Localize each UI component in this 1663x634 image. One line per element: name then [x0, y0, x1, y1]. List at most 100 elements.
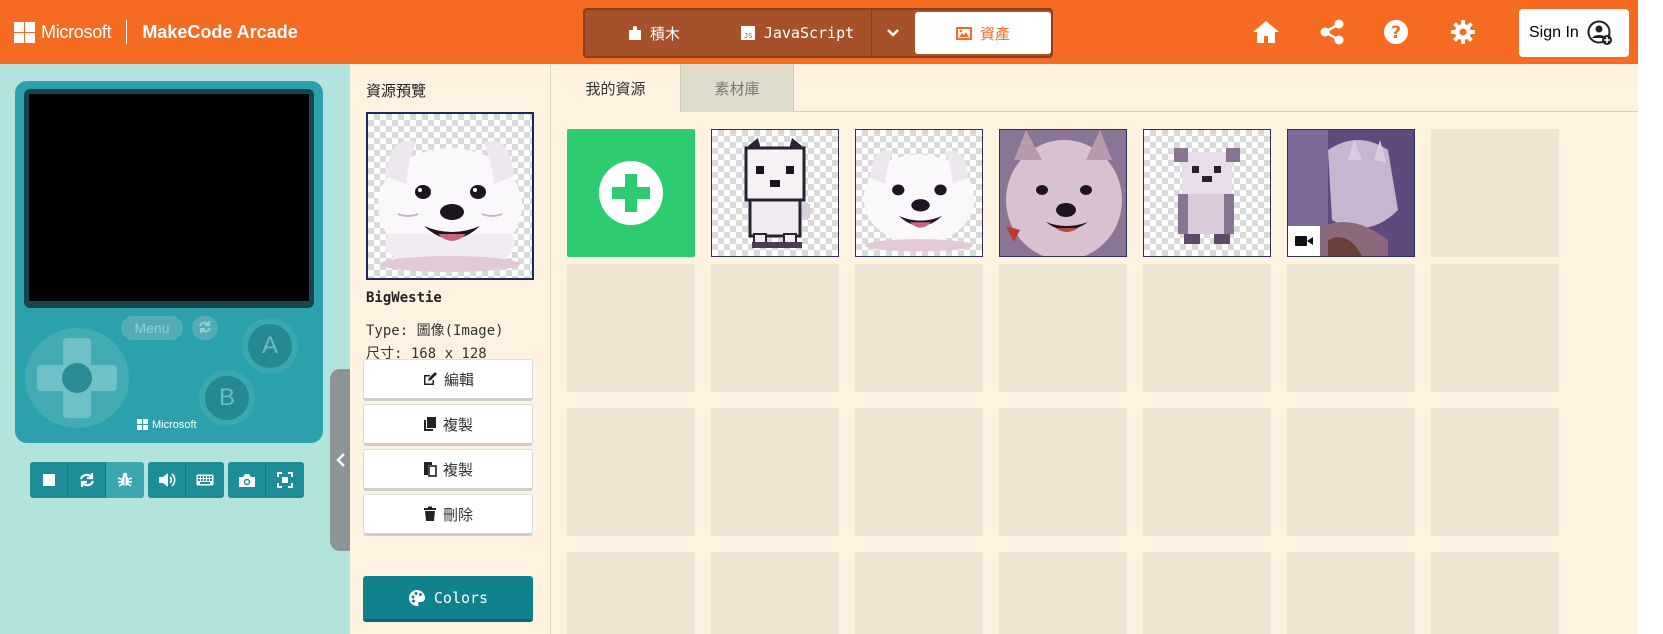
simulator-panel: Menu A B Microsoft — [0, 64, 350, 634]
sim-toolbar-run — [30, 462, 144, 498]
edit-label: 編輯 — [443, 370, 474, 389]
empty-tile — [855, 408, 983, 536]
edit-button[interactable]: 編輯 — [363, 359, 533, 401]
gallery-tabs: 我的資源 素材庫 — [551, 64, 1638, 112]
small-westie-image — [744, 138, 810, 248]
empty-tile — [567, 408, 695, 536]
copy-button[interactable]: 複製 — [363, 449, 533, 491]
stop-icon — [42, 474, 55, 486]
preview-title: 資源預覽 — [366, 82, 427, 100]
empty-tile — [1287, 552, 1415, 634]
brand-divider — [126, 20, 128, 44]
chevron-down-icon — [886, 24, 900, 42]
game-screen[interactable] — [29, 94, 309, 301]
dpad-center — [62, 363, 92, 393]
svg-text:JS: JS — [744, 32, 752, 40]
new-asset-button[interactable] — [567, 129, 695, 257]
asset-name: BigWestie — [366, 290, 442, 306]
westie-photo-image — [1000, 130, 1126, 256]
asset-tile[interactable] — [711, 129, 839, 257]
keyboard-button[interactable] — [186, 462, 224, 498]
blocks-toggle[interactable]: 積木 — [585, 10, 723, 56]
home-icon[interactable] — [1250, 16, 1282, 48]
assets-toggle[interactable]: 資產 — [915, 12, 1051, 54]
top-menu-bar: Microsoft MakeCode Arcade 積木 JS JavaScri… — [0, 0, 1638, 64]
camera-icon — [238, 473, 255, 487]
restart-icon — [79, 473, 94, 487]
debug-button[interactable] — [106, 462, 144, 498]
trash-icon — [423, 506, 437, 522]
asset-tile[interactable] — [999, 129, 1127, 257]
copy-label: 複製 — [442, 460, 473, 479]
empty-tile — [711, 264, 839, 392]
chevron-left-icon — [336, 453, 345, 467]
colors-label: Colors — [433, 588, 489, 607]
duplicate-icon — [423, 416, 437, 432]
fullscreen-button[interactable] — [266, 462, 304, 498]
tab-asset-library[interactable]: 素材庫 — [680, 64, 794, 112]
microsoft-logo-icon — [14, 21, 35, 43]
asset-tile-animation[interactable] — [1287, 129, 1415, 257]
js-file-icon: JS — [740, 25, 756, 41]
refresh-icon — [198, 319, 212, 338]
animation-badge — [1288, 226, 1320, 256]
restart-button[interactable] — [68, 462, 106, 498]
svg-text:?: ? — [1391, 23, 1401, 43]
colors-button[interactable]: Colors — [363, 576, 533, 622]
javascript-toggle[interactable]: JS JavaScript — [723, 10, 871, 56]
duplicate-label: 複製 — [442, 415, 473, 434]
user-add-icon — [1587, 20, 1613, 46]
empty-tile — [567, 552, 695, 634]
plus-circle-icon — [599, 161, 663, 225]
asset-tile[interactable] — [1143, 129, 1271, 257]
speaker-icon — [158, 473, 176, 487]
dpad[interactable] — [25, 328, 129, 428]
makecode-editor: Microsoft MakeCode Arcade 積木 JS JavaScri… — [0, 0, 1663, 634]
empty-tile — [1143, 552, 1271, 634]
empty-tile — [711, 552, 839, 634]
console-brand: Microsoft — [137, 419, 197, 431]
blocks-label: 積木 — [649, 24, 680, 43]
a-button[interactable]: A — [242, 318, 298, 374]
delete-label: 刪除 — [442, 505, 473, 524]
big-westie-image — [863, 150, 975, 252]
empty-tile — [1287, 408, 1415, 536]
stop-button[interactable] — [30, 462, 68, 498]
settings-icon[interactable] — [1447, 16, 1479, 48]
menu-button[interactable]: Menu — [121, 316, 183, 340]
help-icon[interactable]: ? — [1380, 16, 1412, 48]
video-camera-icon — [1295, 236, 1313, 246]
sim-toolbar-capture — [228, 462, 304, 498]
b-button[interactable]: B — [199, 370, 255, 426]
screenshot-button[interactable] — [228, 462, 266, 498]
game-console: Menu A B Microsoft — [15, 81, 323, 443]
empty-tile — [855, 552, 983, 634]
fullscreen-icon — [277, 472, 293, 488]
keyboard-icon — [196, 474, 214, 486]
duplicate-button[interactable]: 複製 — [363, 404, 533, 446]
asset-type: Type: 圖像(Image) — [366, 323, 504, 339]
asset-tile-selected[interactable] — [855, 129, 983, 257]
empty-tile — [1143, 264, 1271, 392]
tab-my-assets[interactable]: 我的資源 — [551, 64, 680, 112]
mute-button[interactable] — [148, 462, 186, 498]
bug-icon — [117, 472, 133, 487]
sign-in-label: Sign In — [1529, 24, 1579, 41]
empty-tile — [999, 408, 1127, 536]
collapse-simulator-button[interactable] — [330, 369, 352, 551]
empty-tile — [1431, 408, 1559, 536]
empty-tile — [1287, 264, 1415, 392]
asset-preview-panel: 資源預覽 BigWestie Type: 圖像(Image) 尺寸: 168 x… — [350, 64, 551, 634]
westie-face-image — [378, 140, 522, 272]
b-label: B — [205, 376, 249, 420]
console-reset-button[interactable] — [192, 316, 218, 340]
assets-label: 資產 — [979, 24, 1010, 43]
brand[interactable]: Microsoft MakeCode Arcade — [14, 20, 298, 44]
sitting-westie-image — [1174, 148, 1240, 244]
sign-in-button[interactable]: Sign In — [1519, 9, 1629, 57]
empty-tile — [999, 552, 1127, 634]
delete-button[interactable]: 刪除 — [363, 494, 533, 536]
share-icon[interactable] — [1316, 16, 1348, 48]
language-dropdown[interactable] — [871, 10, 913, 56]
tab-my-assets-label: 我的資源 — [585, 79, 646, 98]
